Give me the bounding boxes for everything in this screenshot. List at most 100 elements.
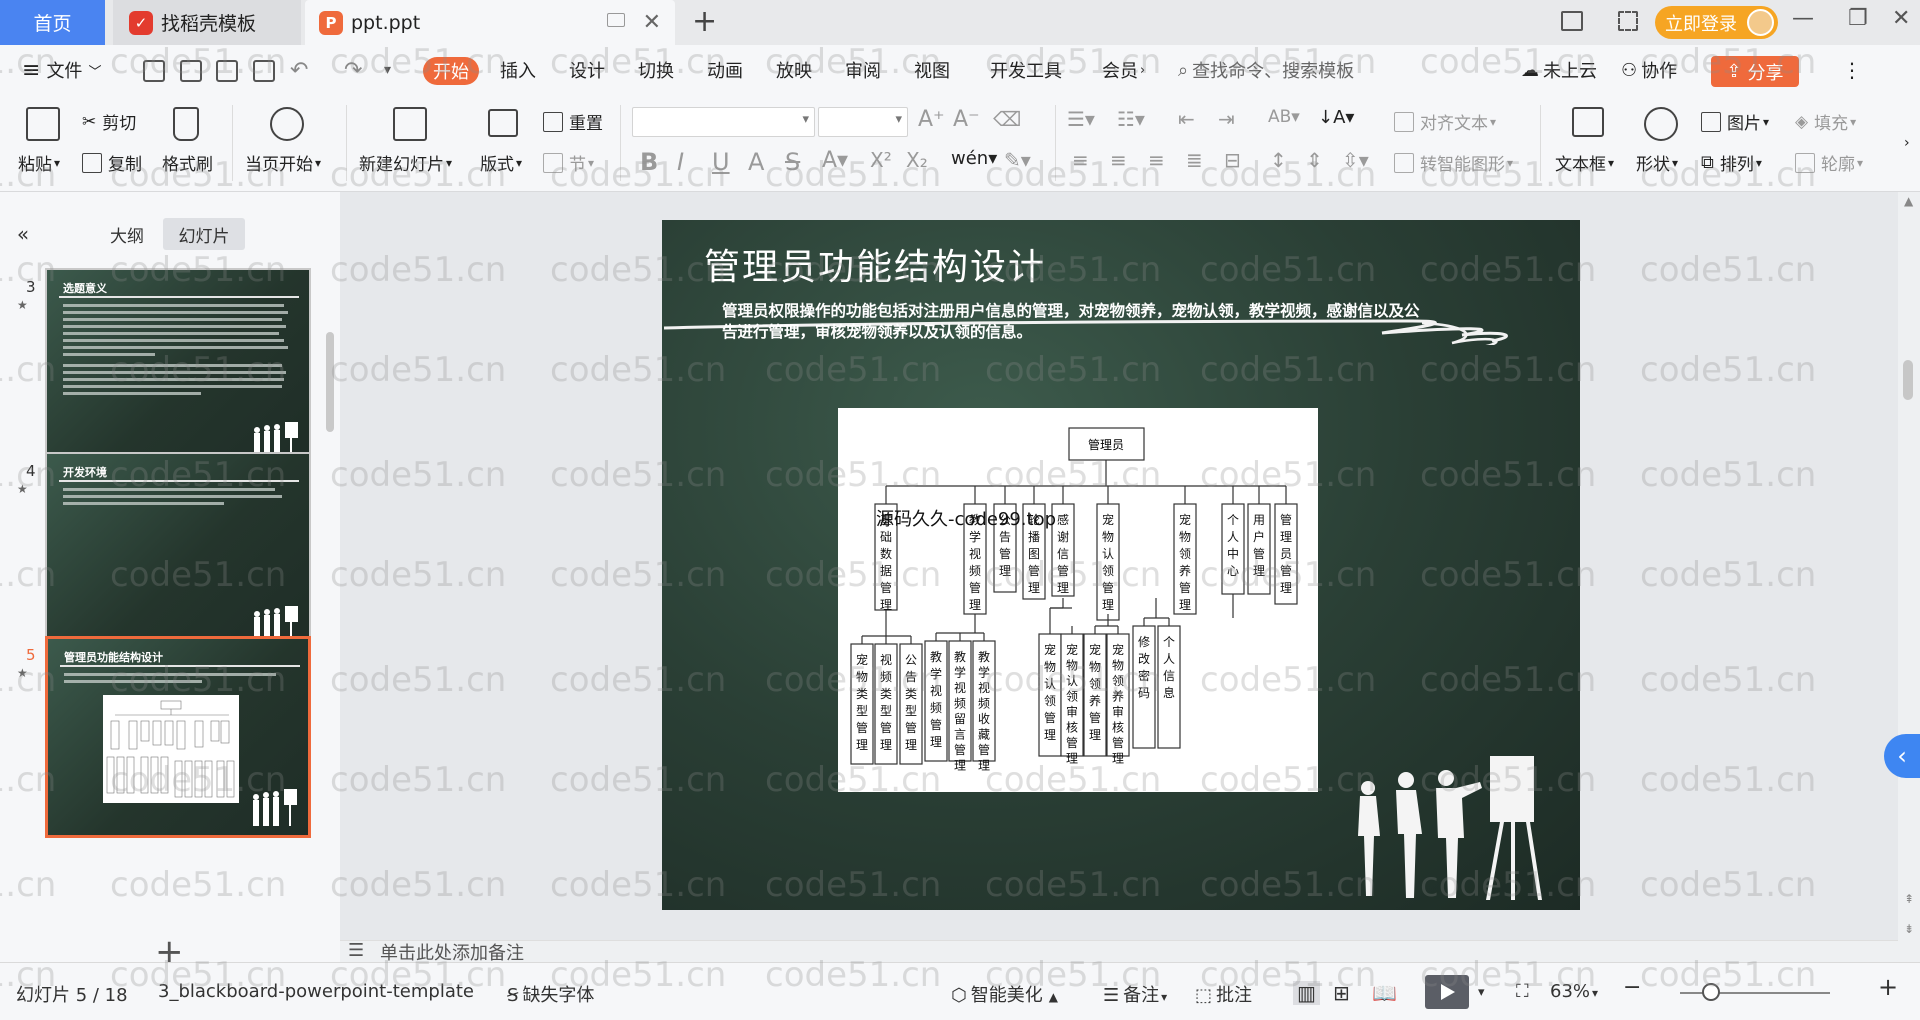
side-panel-toggle-icon[interactable]: ‹ bbox=[1884, 734, 1920, 778]
notes-button[interactable]: ☰ 备注 ▾ bbox=[1103, 981, 1167, 1007]
zoom-in-icon[interactable]: + bbox=[1878, 973, 1898, 1001]
notes-pane[interactable]: ☰ 单击此处添加备注 bbox=[340, 940, 1900, 964]
clear-format-icon[interactable]: ⌫ bbox=[993, 107, 1021, 131]
new-tab-icon[interactable]: + bbox=[692, 4, 717, 39]
distribute-icon[interactable]: ⊟ bbox=[1224, 148, 1241, 172]
columns-icon[interactable]: ⇳▾ bbox=[1342, 148, 1369, 172]
superscript-icon[interactable]: X² bbox=[870, 148, 892, 172]
font-color-icon[interactable]: A▾ bbox=[822, 148, 848, 173]
slide-thumbnail-4[interactable]: 开发环境 bbox=[45, 452, 311, 654]
font-family-select[interactable] bbox=[632, 107, 815, 137]
current-slide[interactable]: 管理员功能结构设计 管理员权限操作的功能包括对注册用户信息的管理，对宠物领养，宠… bbox=[662, 220, 1580, 910]
play-slideshow-icon[interactable] bbox=[1425, 975, 1469, 1009]
window-mode-icon[interactable] bbox=[607, 13, 625, 27]
section-button[interactable]: 节 ▾ bbox=[543, 150, 594, 175]
text-shadow-icon[interactable]: A bbox=[748, 148, 764, 176]
fill-button[interactable]: ◈ 填充 ▾ bbox=[1795, 109, 1856, 135]
outline-button[interactable]: 轮廓 ▾ bbox=[1795, 150, 1863, 175]
canvas-scrollbar[interactable]: ▲ ⇞ ⇟ bbox=[1898, 192, 1920, 962]
italic-icon[interactable]: I bbox=[677, 148, 684, 176]
play-from-current-icon[interactable] bbox=[270, 107, 304, 141]
font-shrink-icon[interactable]: A⁻ bbox=[953, 107, 980, 132]
undo-icon[interactable]: ↶ bbox=[290, 45, 308, 95]
menu-item-design[interactable]: 设计 bbox=[569, 45, 605, 95]
collapse-panel-icon[interactable]: « bbox=[10, 218, 36, 250]
copy-button[interactable]: 复制 bbox=[82, 150, 142, 175]
menu-item-transition[interactable]: 切换 bbox=[638, 45, 674, 95]
increase-indent-icon[interactable]: ⇥ bbox=[1218, 107, 1235, 131]
play-from-current-button[interactable]: 当页开始 ▾ bbox=[245, 150, 321, 175]
textbox-icon[interactable] bbox=[1572, 107, 1604, 137]
phonetic-icon[interactable]: wén▾ bbox=[951, 148, 997, 169]
collab-button[interactable]: ⚇ 协作 bbox=[1621, 45, 1677, 95]
zoom-fit-icon[interactable]: ⛶ bbox=[1516, 981, 1529, 1002]
scroll-up-icon[interactable]: ▲ bbox=[1904, 194, 1913, 208]
close-window-icon[interactable]: ✕ bbox=[1892, 6, 1910, 31]
tab-ppt-file[interactable]: P ppt.ppt ✕ bbox=[305, 0, 675, 45]
align-center-icon[interactable]: ≡ bbox=[1110, 148, 1127, 172]
save-icon[interactable] bbox=[143, 60, 165, 82]
prev-slide-icon[interactable]: ⇞ bbox=[1904, 892, 1914, 906]
new-slide-icon[interactable] bbox=[393, 107, 427, 141]
menu-item-insert[interactable]: 插入 bbox=[500, 45, 536, 95]
subscript-icon[interactable]: X₂ bbox=[906, 148, 928, 172]
textbox-button[interactable]: 文本框 ▾ bbox=[1555, 150, 1614, 175]
minimize-icon[interactable]: — bbox=[1792, 6, 1814, 31]
slideshow-options-icon[interactable]: ▾ bbox=[1478, 985, 1485, 1000]
shape-button[interactable]: 形状 ▾ bbox=[1636, 150, 1678, 175]
font-grow-icon[interactable]: A⁺ bbox=[918, 107, 945, 132]
cloud-status[interactable]: ☁ 未上云 bbox=[1521, 45, 1597, 95]
align-left-icon[interactable]: ≡ bbox=[1072, 148, 1089, 172]
ribbon-scroll-right-icon[interactable]: › bbox=[1904, 135, 1910, 151]
restore-icon[interactable]: ❐ bbox=[1848, 6, 1868, 31]
picture-button[interactable]: 图片 ▾ bbox=[1701, 109, 1769, 134]
print-icon[interactable] bbox=[216, 60, 238, 82]
bullet-list-icon[interactable]: ☰▾ bbox=[1067, 107, 1095, 131]
paste-icon[interactable] bbox=[26, 107, 60, 141]
align-text-button[interactable]: 对齐文本 ▾ bbox=[1394, 109, 1496, 134]
highlight-icon[interactable]: ✎▾ bbox=[1004, 148, 1031, 172]
menu-item-member[interactable]: 会员 › bbox=[1102, 45, 1145, 95]
comments-button[interactable]: ⬚ 批注 bbox=[1195, 981, 1252, 1007]
layout-icon[interactable] bbox=[488, 109, 518, 137]
missing-font-button[interactable]: Ꞩ 缺失字体 bbox=[507, 981, 594, 1007]
more-options-icon[interactable]: ⋮ bbox=[1842, 45, 1862, 95]
paragraph-spacing-icon[interactable]: ⇕ bbox=[1306, 148, 1323, 172]
bold-icon[interactable]: B bbox=[640, 148, 658, 176]
layout-button[interactable]: 版式 ▾ bbox=[480, 150, 522, 175]
arrange-button[interactable]: ⧉ 排列 ▾ bbox=[1701, 150, 1762, 175]
redo-icon[interactable]: ↷ bbox=[344, 45, 362, 95]
menu-item-review[interactable]: 审阅 bbox=[845, 45, 881, 95]
close-tab-icon[interactable]: ✕ bbox=[643, 10, 661, 35]
shape-icon[interactable] bbox=[1644, 107, 1678, 141]
menu-item-slideshow[interactable]: 放映 bbox=[776, 45, 812, 95]
tab-home[interactable]: 首页 bbox=[0, 0, 105, 45]
justify-icon[interactable]: ≣ bbox=[1186, 148, 1203, 172]
beautify-button[interactable]: ⬡ 智能美化 ▲ bbox=[951, 981, 1058, 1007]
command-search[interactable]: ⌕ 查找命令、搜索模板 bbox=[1178, 45, 1354, 95]
sort-icon[interactable]: ↓A▾ bbox=[1318, 107, 1354, 128]
reading-view-icon[interactable]: 📖 bbox=[1372, 981, 1397, 1005]
print-preview-icon[interactable] bbox=[253, 60, 275, 82]
scrollbar-thumb[interactable] bbox=[1903, 360, 1913, 400]
zoom-out-icon[interactable]: − bbox=[1623, 975, 1641, 1000]
line-spacing-icon[interactable]: ↕ bbox=[1270, 148, 1287, 172]
zoom-slider-knob[interactable] bbox=[1702, 983, 1720, 1001]
text-direction-icon[interactable]: AB▾ bbox=[1268, 107, 1300, 127]
slide-sorter-icon[interactable]: ⊞ bbox=[1333, 981, 1350, 1005]
to-smartart-button[interactable]: 转智能图形 ▾ bbox=[1394, 150, 1513, 175]
paste-button[interactable]: 粘贴 ▾ bbox=[18, 150, 60, 175]
format-painter-button[interactable]: 格式刷 bbox=[162, 150, 213, 175]
menu-item-view[interactable]: 视图 bbox=[914, 45, 950, 95]
menu-item-home[interactable]: 开始 bbox=[423, 57, 479, 85]
normal-view-icon[interactable]: ▥ bbox=[1293, 981, 1320, 1005]
thumbnail-scrollbar[interactable] bbox=[326, 332, 334, 432]
tab-slides[interactable]: 幻灯片 bbox=[163, 218, 245, 250]
quick-access-more-icon[interactable]: ▾ bbox=[384, 45, 391, 95]
template-name[interactable]: 3_blackboard-powerpoint-template bbox=[158, 981, 474, 1002]
cut-button[interactable]: ✂ 剪切 bbox=[82, 109, 136, 135]
slide-thumbnail-5[interactable]: 管理员功能结构设计 bbox=[45, 636, 311, 838]
slide-thumbnail-3[interactable]: 选题意义 bbox=[45, 268, 311, 470]
numbered-list-icon[interactable]: ☷▾ bbox=[1117, 107, 1145, 131]
zoom-level[interactable]: 63% ▾ bbox=[1550, 981, 1598, 1002]
